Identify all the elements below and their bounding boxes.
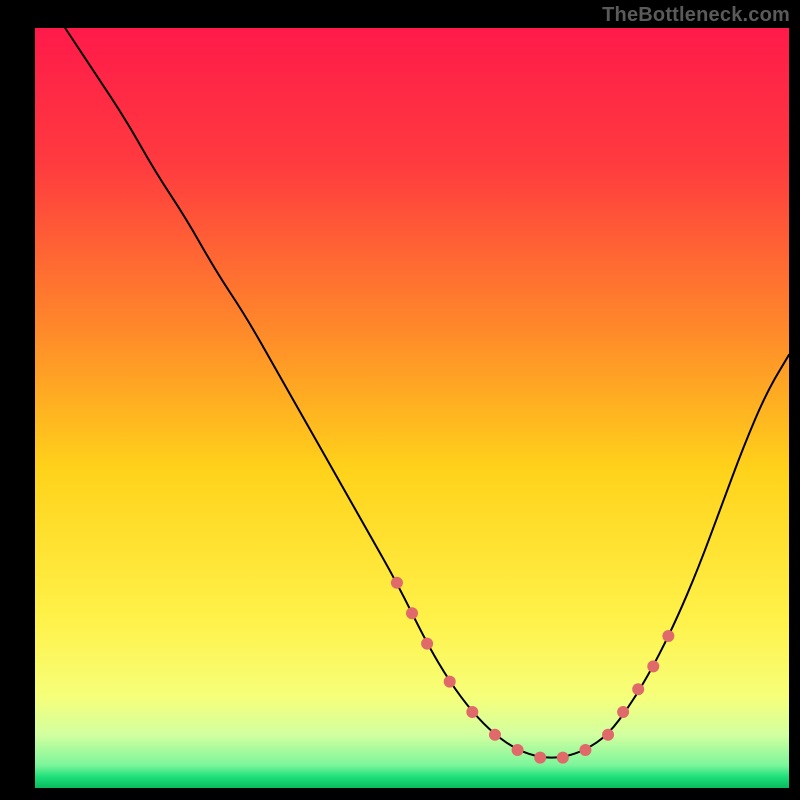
marker-dot: [647, 660, 659, 672]
chart-stage: TheBottleneck.com: [0, 0, 800, 800]
marker-dot: [617, 706, 629, 718]
plot-background: [35, 28, 789, 788]
marker-dot: [557, 752, 569, 764]
marker-dot: [512, 744, 524, 756]
chart-svg: [0, 0, 800, 800]
marker-dot: [391, 577, 403, 589]
marker-dot: [444, 676, 456, 688]
marker-dot: [421, 638, 433, 650]
marker-dot: [489, 729, 501, 741]
marker-dot: [406, 607, 418, 619]
watermark-text: TheBottleneck.com: [602, 4, 790, 27]
marker-dot: [602, 729, 614, 741]
marker-dot: [534, 752, 546, 764]
marker-dot: [466, 706, 478, 718]
marker-dot: [662, 630, 674, 642]
marker-dot: [579, 744, 591, 756]
marker-dot: [632, 683, 644, 695]
